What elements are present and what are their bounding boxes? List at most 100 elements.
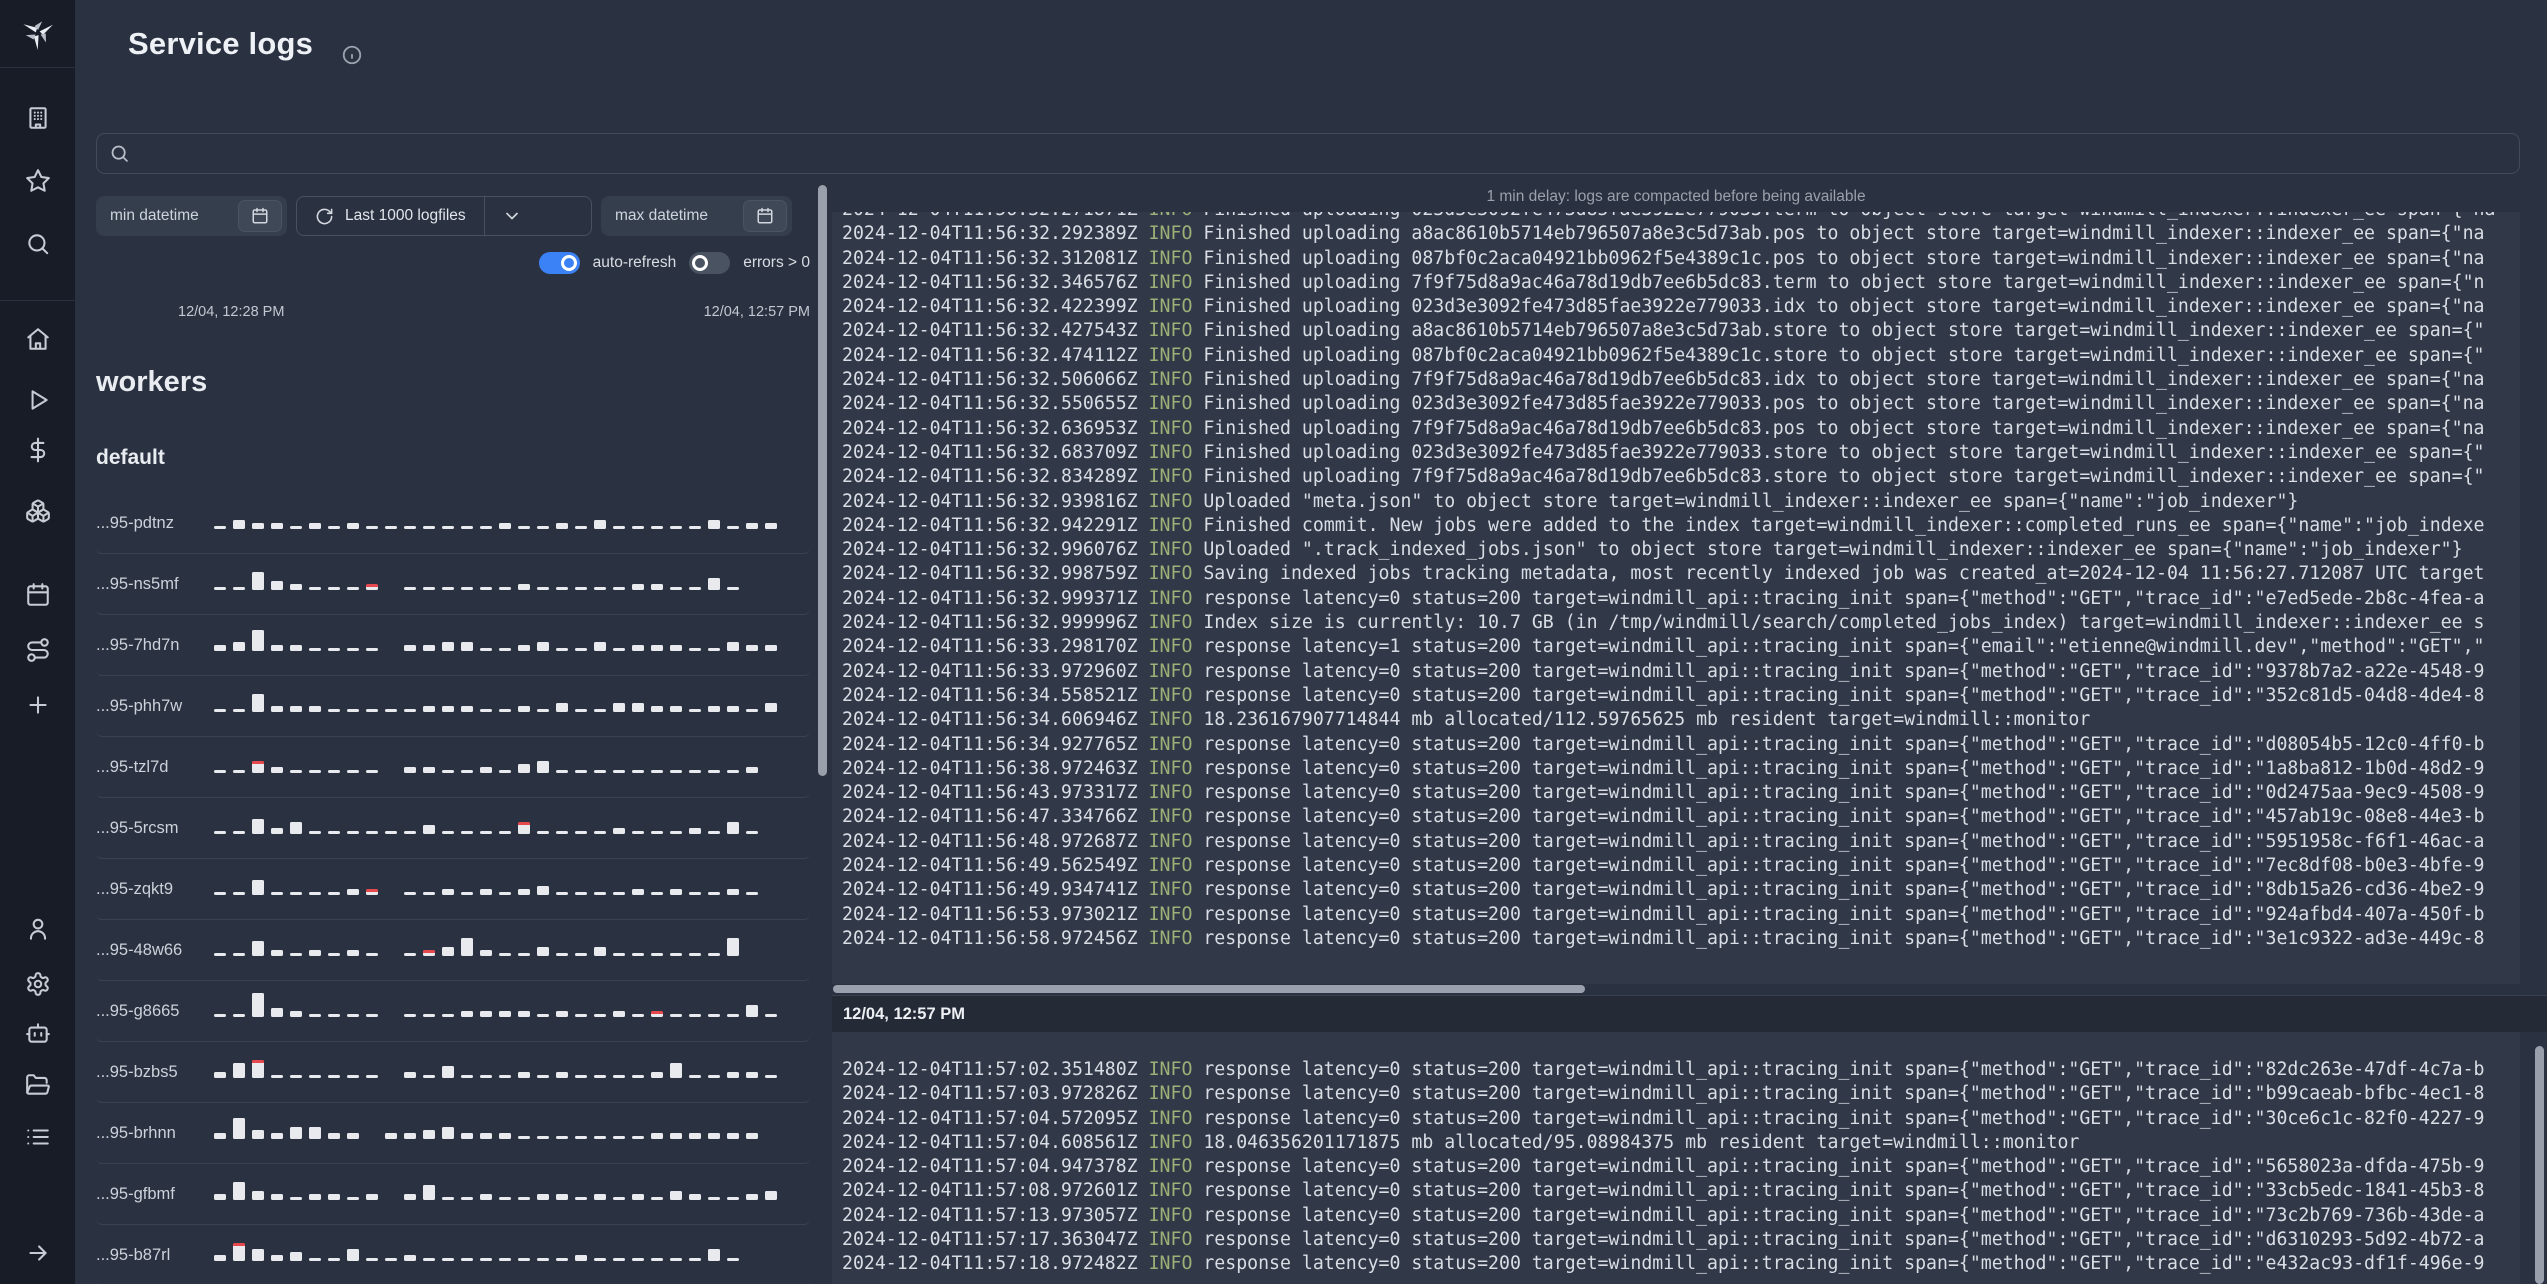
info-icon[interactable]	[341, 44, 363, 66]
usage-bar	[556, 831, 568, 834]
worker-row[interactable]: ...95-7hd7n	[96, 615, 810, 676]
usage-bar	[613, 526, 625, 529]
search-nav-icon[interactable]	[25, 231, 51, 257]
users-icon[interactable]	[25, 916, 51, 942]
worker-row[interactable]: ...95-5rcsm	[96, 798, 810, 859]
refresh-icon	[316, 208, 333, 224]
left-panel-scrollbar[interactable]	[818, 185, 827, 776]
usage-bar	[499, 1258, 511, 1261]
variables-dollar-icon[interactable]	[25, 437, 51, 463]
usage-bar	[461, 1197, 473, 1200]
worker-row[interactable]: ...95-ns5mf	[96, 554, 810, 615]
usage-bar	[366, 831, 378, 834]
add-plus-icon[interactable]	[25, 692, 51, 718]
usage-bar	[594, 770, 606, 773]
usage-bar	[290, 1011, 302, 1017]
usage-bar	[233, 1243, 245, 1261]
logfiles-refresh-button[interactable]: Last 1000 logfiles	[297, 197, 484, 235]
settings-gear-icon[interactable]	[25, 971, 51, 997]
runs-play-icon[interactable]	[25, 387, 51, 413]
usage-bar	[632, 1258, 644, 1261]
usage-bar	[404, 767, 416, 773]
usage-bar	[689, 1075, 701, 1078]
worker-log-histogram	[214, 935, 810, 965]
usage-bar	[309, 831, 321, 834]
log-vertical-scrollbar[interactable]	[2535, 1046, 2544, 1284]
min-datetime-calendar-button[interactable]	[238, 200, 282, 232]
worker-row[interactable]: ...95-bzbs5	[96, 1042, 810, 1103]
favorites-star-icon[interactable]	[25, 168, 51, 194]
worker-log-histogram	[214, 1057, 810, 1087]
usage-bar	[347, 709, 359, 712]
home-icon[interactable]	[25, 326, 51, 352]
usage-bar	[651, 892, 663, 895]
folders-icon[interactable]	[25, 1072, 51, 1098]
usage-bar	[214, 709, 226, 712]
worker-row[interactable]: ...95-b87rl	[96, 1225, 810, 1284]
usage-bar	[556, 587, 568, 590]
workers-robot-icon[interactable]	[25, 1020, 51, 1046]
usage-bar	[689, 587, 701, 590]
routes-icon[interactable]	[25, 637, 51, 663]
log-pane-current[interactable]: 2024-12-04T11:57:02.351480Z INFO respons…	[832, 1032, 2520, 1284]
worker-row[interactable]: ...95-zqkt9	[96, 859, 810, 920]
worker-row[interactable]: ...95-g8665	[96, 981, 810, 1042]
usage-bar	[613, 892, 625, 895]
usage-bar	[233, 892, 245, 895]
usage-bar	[252, 880, 264, 895]
errors-filter-toggle[interactable]	[689, 252, 731, 274]
sidebar-divider	[0, 300, 75, 301]
auto-refresh-label: auto-refresh	[592, 254, 677, 271]
worker-row[interactable]: ...95-brhnn	[96, 1103, 810, 1164]
usage-bar	[727, 938, 739, 956]
worker-row[interactable]: ...95-48w66	[96, 920, 810, 981]
usage-bar	[613, 770, 625, 773]
max-datetime-calendar-button[interactable]	[743, 200, 787, 232]
usage-bar	[423, 1130, 435, 1139]
usage-bar	[689, 1133, 701, 1139]
range-start-label: 12/04, 12:28 PM	[178, 304, 285, 320]
usage-bar	[575, 648, 587, 651]
worker-row[interactable]: ...95-phh7w	[96, 676, 810, 737]
usage-bar	[708, 1249, 720, 1261]
usage-bar	[309, 587, 321, 590]
max-datetime-field[interactable]: max datetime	[601, 196, 792, 236]
usage-bar	[347, 1014, 359, 1017]
schedules-calendar-icon[interactable]	[25, 582, 51, 608]
usage-bar	[480, 1075, 492, 1078]
logfiles-dropdown-button[interactable]	[483, 197, 539, 235]
worker-log-histogram	[214, 874, 810, 904]
worker-row[interactable]: ...95-tzl7d	[96, 737, 810, 798]
usage-bar	[689, 1258, 701, 1261]
usage-bar	[404, 1133, 416, 1139]
log-line: 2024-12-04T11:57:17.363047Z INFO respons…	[842, 1229, 2485, 1251]
log-horizontal-scrollbar[interactable]	[833, 985, 1585, 993]
collapse-arrow-right-icon[interactable]	[25, 1240, 51, 1266]
usage-bar	[765, 1075, 777, 1078]
worker-row[interactable]: ...95-pdtnz	[96, 493, 810, 554]
search-input[interactable]	[140, 144, 2507, 163]
usage-bar	[366, 1194, 378, 1200]
windmill-logo-icon[interactable]	[21, 16, 55, 50]
auto-refresh-toggle[interactable]	[538, 252, 580, 274]
usage-bar	[233, 1063, 245, 1078]
usage-bar	[727, 770, 739, 773]
usage-bar	[271, 645, 283, 651]
usage-bar	[309, 648, 321, 651]
usage-bar	[727, 822, 739, 834]
min-datetime-field[interactable]: min datetime	[96, 196, 287, 236]
workspace-building-icon[interactable]	[25, 105, 51, 131]
usage-bar	[594, 709, 606, 712]
usage-bar	[480, 526, 492, 529]
log-line: 2024-12-04T11:56:32.474112Z INFO Finishe…	[842, 344, 2485, 366]
usage-bar	[670, 587, 682, 590]
worker-row[interactable]: ...95-gfbmf	[96, 1164, 810, 1225]
log-pane-previous[interactable]: 2024-12-04T11:56:32.271871Z INFO Finishe…	[832, 212, 2520, 984]
usage-bar	[613, 953, 625, 956]
usage-bar	[499, 953, 511, 956]
sidebar-divider	[0, 67, 75, 68]
service-logs-list-icon[interactable]	[25, 1124, 51, 1150]
resources-boxes-icon[interactable]	[25, 498, 51, 524]
usage-bar	[309, 770, 321, 773]
usage-bar	[746, 709, 758, 712]
